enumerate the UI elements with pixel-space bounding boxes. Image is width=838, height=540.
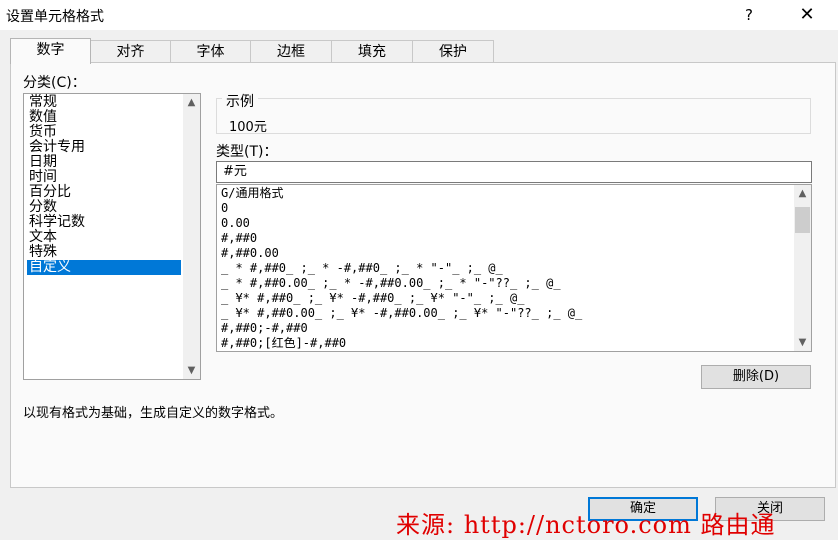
category-item[interactable]: 时间 (27, 170, 181, 185)
tab-border[interactable]: 边框 (250, 40, 332, 63)
tab-fill[interactable]: 填充 (331, 40, 413, 63)
format-item[interactable]: #,##0;-#,##0 (221, 321, 781, 336)
category-item[interactable]: 分数 (27, 200, 181, 215)
format-item[interactable]: _ * #,##0.00_ ;_ * -#,##0.00_ ;_ * "-"??… (221, 276, 781, 291)
format-item[interactable]: #,##0;[红色]-#,##0 (221, 336, 781, 351)
format-item[interactable]: _ ¥* #,##0_ ;_ ¥* -#,##0_ ;_ ¥* "-"_ ;_ … (221, 291, 781, 306)
category-list[interactable]: 常规 数值 货币 会计专用 日期 时间 百分比 分数 科学记数 文本 特殊 自定… (23, 93, 201, 380)
format-item[interactable]: _ * #,##0_ ;_ * -#,##0_ ;_ * "-"_ ;_ @_ (221, 261, 781, 276)
category-item[interactable]: 数值 (27, 110, 181, 125)
category-item[interactable]: 科学记数 (27, 215, 181, 230)
format-item[interactable]: 0.00 (221, 216, 781, 231)
dialog-title: 设置单元格格式 (6, 9, 104, 25)
sample-group (216, 98, 811, 134)
tab-protection[interactable]: 保护 (412, 40, 494, 63)
scroll-down-icon[interactable]: ▼ (794, 334, 811, 351)
format-item[interactable]: _ ¥* #,##0.00_ ;_ ¥* -#,##0.00_ ;_ ¥* "-… (221, 306, 781, 321)
help-button[interactable]: ? (734, 0, 764, 30)
tab-alignment[interactable]: 对齐 (90, 40, 171, 63)
title-bar: 设置单元格格式 ? ✕ (0, 0, 838, 30)
sample-value: 100元 (229, 120, 267, 135)
format-scrollbar[interactable]: ▲ ▼ (794, 185, 811, 351)
format-item[interactable]: #,##0.00 (221, 246, 781, 261)
tab-font[interactable]: 字体 (170, 40, 251, 63)
category-item-selected[interactable]: 自定义 (27, 260, 181, 275)
category-item[interactable]: 常规 (27, 95, 181, 110)
watermark-text: 来源: http://nctoro.com 路由通 (396, 511, 776, 539)
category-item[interactable]: 货币 (27, 125, 181, 140)
format-item[interactable]: G/通用格式 (221, 186, 781, 201)
category-item[interactable]: 日期 (27, 155, 181, 170)
delete-button[interactable]: 删除(D) (701, 365, 811, 389)
close-icon[interactable]: ✕ (790, 0, 824, 30)
type-input[interactable]: #元 (216, 161, 812, 183)
scrollbar-thumb[interactable] (795, 207, 810, 233)
category-item[interactable]: 会计专用 (27, 140, 181, 155)
sample-label: 示例 (222, 91, 258, 111)
category-scrollbar[interactable]: ▲ ▼ (183, 94, 200, 379)
category-item[interactable]: 百分比 (27, 185, 181, 200)
category-item[interactable]: 特殊 (27, 245, 181, 260)
category-item[interactable]: 文本 (27, 230, 181, 245)
scroll-up-icon[interactable]: ▲ (183, 94, 200, 111)
format-list[interactable]: G/通用格式 0 0.00 #,##0 #,##0.00 _ * #,##0_ … (216, 184, 812, 352)
category-label: 分类(C)： (23, 75, 86, 91)
type-label: 类型(T)： (216, 144, 278, 160)
scroll-down-icon[interactable]: ▼ (183, 362, 200, 379)
format-item[interactable]: #,##0 (221, 231, 781, 246)
description-text: 以现有格式为基础，生成自定义的数字格式。 (23, 406, 284, 421)
scroll-up-icon[interactable]: ▲ (794, 185, 811, 202)
tab-number[interactable]: 数字 (10, 38, 91, 64)
format-item[interactable]: 0 (221, 201, 781, 216)
